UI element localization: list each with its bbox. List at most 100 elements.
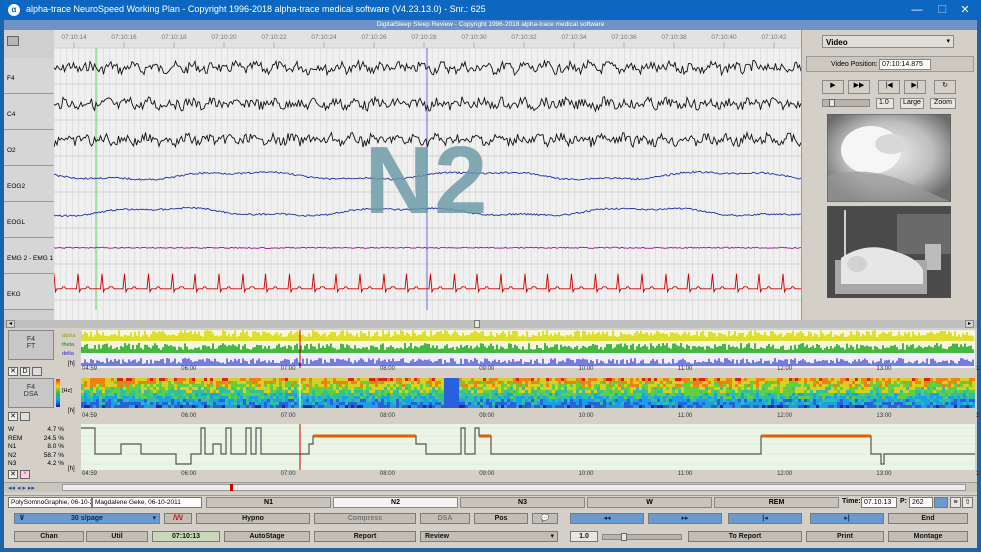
channel-label-emg2-emg1[interactable]: EMG 2 - EMG 1 — [4, 238, 54, 274]
hypno-button[interactable]: Hypno — [196, 513, 310, 524]
channel-label-ekg[interactable]: EKG — [4, 274, 54, 310]
compress-button[interactable]: Compress — [314, 513, 416, 524]
video-dropdown[interactable]: Video ▾ — [822, 35, 954, 48]
video-position-label: Video Position: — [831, 61, 878, 68]
hypnogram[interactable] — [81, 424, 975, 470]
stage-button-rem[interactable]: REM — [714, 497, 839, 508]
hour-tick-label: 09:00 — [479, 366, 495, 372]
dsa-button[interactable]: DSA — [420, 513, 470, 524]
slider-thumb[interactable] — [829, 99, 835, 107]
video-frame-face — [827, 114, 951, 202]
page-field[interactable]: 262 — [909, 497, 933, 508]
page-spinner[interactable] — [934, 497, 948, 508]
time-tick-label: 07:10:24 — [311, 34, 337, 41]
close-button[interactable]: ✕ — [949, 0, 981, 20]
page-speed-select[interactable]: ⊽ 30 s/page ▾ — [14, 513, 160, 524]
hour-tick-label: 07:00 — [280, 413, 296, 419]
hour-tick-label: 08:00 — [379, 471, 395, 477]
fast-forward-button[interactable]: ▶▶ — [848, 80, 870, 94]
ft-trend-name[interactable]: F4 FT — [8, 330, 54, 360]
prev-page-button[interactable]: |◂ — [728, 513, 802, 524]
stage-button-n3[interactable]: N3 — [460, 497, 585, 508]
stage-button-n1[interactable]: N1 — [206, 497, 331, 508]
dsa-trend-name[interactable]: F4 DSA — [8, 378, 54, 408]
skip-forward-button[interactable]: ▶| — [904, 80, 926, 94]
slider-thumb[interactable] — [621, 533, 627, 541]
end-button[interactable]: End — [888, 513, 968, 524]
large-button[interactable]: Large — [900, 98, 924, 109]
night-scrollbar[interactable]: ◂◂ ◂ ▸ ▸▸ — [4, 482, 977, 492]
video-speed-field[interactable]: 1.0 — [876, 98, 894, 109]
montage-button[interactable]: Montage — [888, 531, 968, 542]
scroll-left-icon[interactable]: ◂ — [6, 320, 15, 328]
hypno-mode-icon[interactable]: ⱽ — [20, 470, 30, 479]
scroll-right-icon[interactable]: ▸ — [965, 320, 974, 328]
time-tick-label: 07:10:36 — [611, 34, 637, 41]
channel-label-eog2[interactable]: EOG2 — [4, 166, 54, 202]
review-select[interactable]: Review ▾ — [420, 531, 558, 542]
d-toggle-icon[interactable]: D — [20, 367, 30, 376]
close-icon[interactable]: ✕ — [8, 470, 18, 479]
night-scroll-track[interactable] — [62, 484, 966, 491]
video-frame-room — [827, 206, 951, 298]
time-tick-label: 07:10:30 — [461, 34, 487, 41]
filter-icon: ⊽ — [19, 515, 25, 522]
upload-icon[interactable]: ⇧ — [962, 497, 973, 508]
play-button[interactable]: ▶ — [822, 80, 844, 94]
to-report-button[interactable]: To Report — [688, 531, 802, 542]
video-speed-slider[interactable] — [822, 99, 870, 107]
channel-label-f4[interactable]: F4 — [4, 58, 54, 94]
rewind-button[interactable]: ◂◂ — [570, 513, 644, 524]
title-bar: α alpha-trace NeuroSpeed Working Plan - … — [0, 0, 981, 20]
hour-tick-label: 12:00 — [777, 366, 793, 372]
scroll-nav-icons[interactable]: ◂◂ ◂ ▸ ▸▸ — [8, 484, 35, 492]
cursor-time-field[interactable]: 07:10:13 — [152, 531, 220, 542]
report-button[interactable]: Report — [314, 531, 416, 542]
menu-icon[interactable]: ≡ — [950, 497, 961, 508]
trend-settings-icon[interactable] — [20, 412, 30, 421]
stage-button-w[interactable]: W — [587, 497, 712, 508]
autostage-button[interactable]: AutoStage — [224, 531, 310, 542]
hour-tick-label: 04:59 — [82, 471, 98, 477]
comment-icon[interactable]: 💬 — [532, 513, 558, 524]
hour-tick-label: 04:59 — [82, 413, 98, 419]
scroll-thumb[interactable] — [474, 320, 480, 328]
channel-menu-icon[interactable] — [7, 36, 19, 46]
zoom-button[interactable]: Zoom — [930, 98, 956, 109]
channel-label-o2[interactable]: O2 — [4, 130, 54, 166]
close-icon[interactable]: ✕ — [8, 367, 18, 376]
hour-tick-label: 11:00 — [677, 366, 693, 372]
util-button[interactable]: Util — [86, 531, 148, 542]
hour-tick-label: 07:00 — [280, 471, 296, 477]
dsa-spectrogram[interactable] — [81, 378, 975, 408]
skip-back-button[interactable]: |◀ — [878, 80, 900, 94]
stage-button-n2[interactable]: N2 — [333, 497, 458, 508]
ft-trend-plot[interactable] — [81, 330, 975, 368]
hour-tick-label: 13:59 — [975, 413, 981, 419]
pos-button[interactable]: Pos — [474, 513, 528, 524]
video-position-field[interactable]: 07:10:14.875 — [879, 59, 931, 70]
gain-field[interactable]: 1.0 — [570, 531, 598, 542]
video-panel: Video ▾ Video Position: 07:10:14.875 ▶ ▶… — [801, 30, 977, 320]
night-cursor[interactable] — [230, 484, 233, 491]
close-icon[interactable]: ✕ — [8, 412, 18, 421]
forward-button[interactable]: ▸▸ — [648, 513, 722, 524]
rem-segment — [321, 434, 416, 438]
print-button[interactable]: Print — [806, 531, 884, 542]
channel-label-eogl[interactable]: EOGL — [4, 202, 54, 238]
plot-scrollbar[interactable]: ◂ ▸ — [4, 320, 977, 328]
hour-tick-label: 04:59 — [82, 366, 98, 372]
hour-tick-label: 11:00 — [677, 413, 693, 419]
next-page-button[interactable]: ▸| — [810, 513, 884, 524]
sync-button[interactable]: ↻ — [934, 80, 956, 94]
time-field[interactable]: 07.10.13 — [861, 497, 897, 508]
chan-button[interactable]: Chan — [14, 531, 84, 542]
signal-view-icon[interactable]: /\/\/ — [164, 513, 192, 524]
ft-hour-axis: 04:59 06:00 07:00 08:00 09:00 10:00 11:00 12:00… — [68, 366, 981, 374]
channel-label-c4[interactable]: C4 — [4, 94, 54, 130]
trend-settings-icon[interactable] — [32, 367, 42, 376]
skip-forward-icon: ▶| — [911, 82, 919, 89]
signal-plot[interactable]: 07:10:14 07:10:16 07:10:18 07:10:20 07:10:22… — [54, 30, 801, 320]
gain-slider[interactable] — [602, 533, 682, 541]
page-label: P: — [900, 498, 907, 505]
